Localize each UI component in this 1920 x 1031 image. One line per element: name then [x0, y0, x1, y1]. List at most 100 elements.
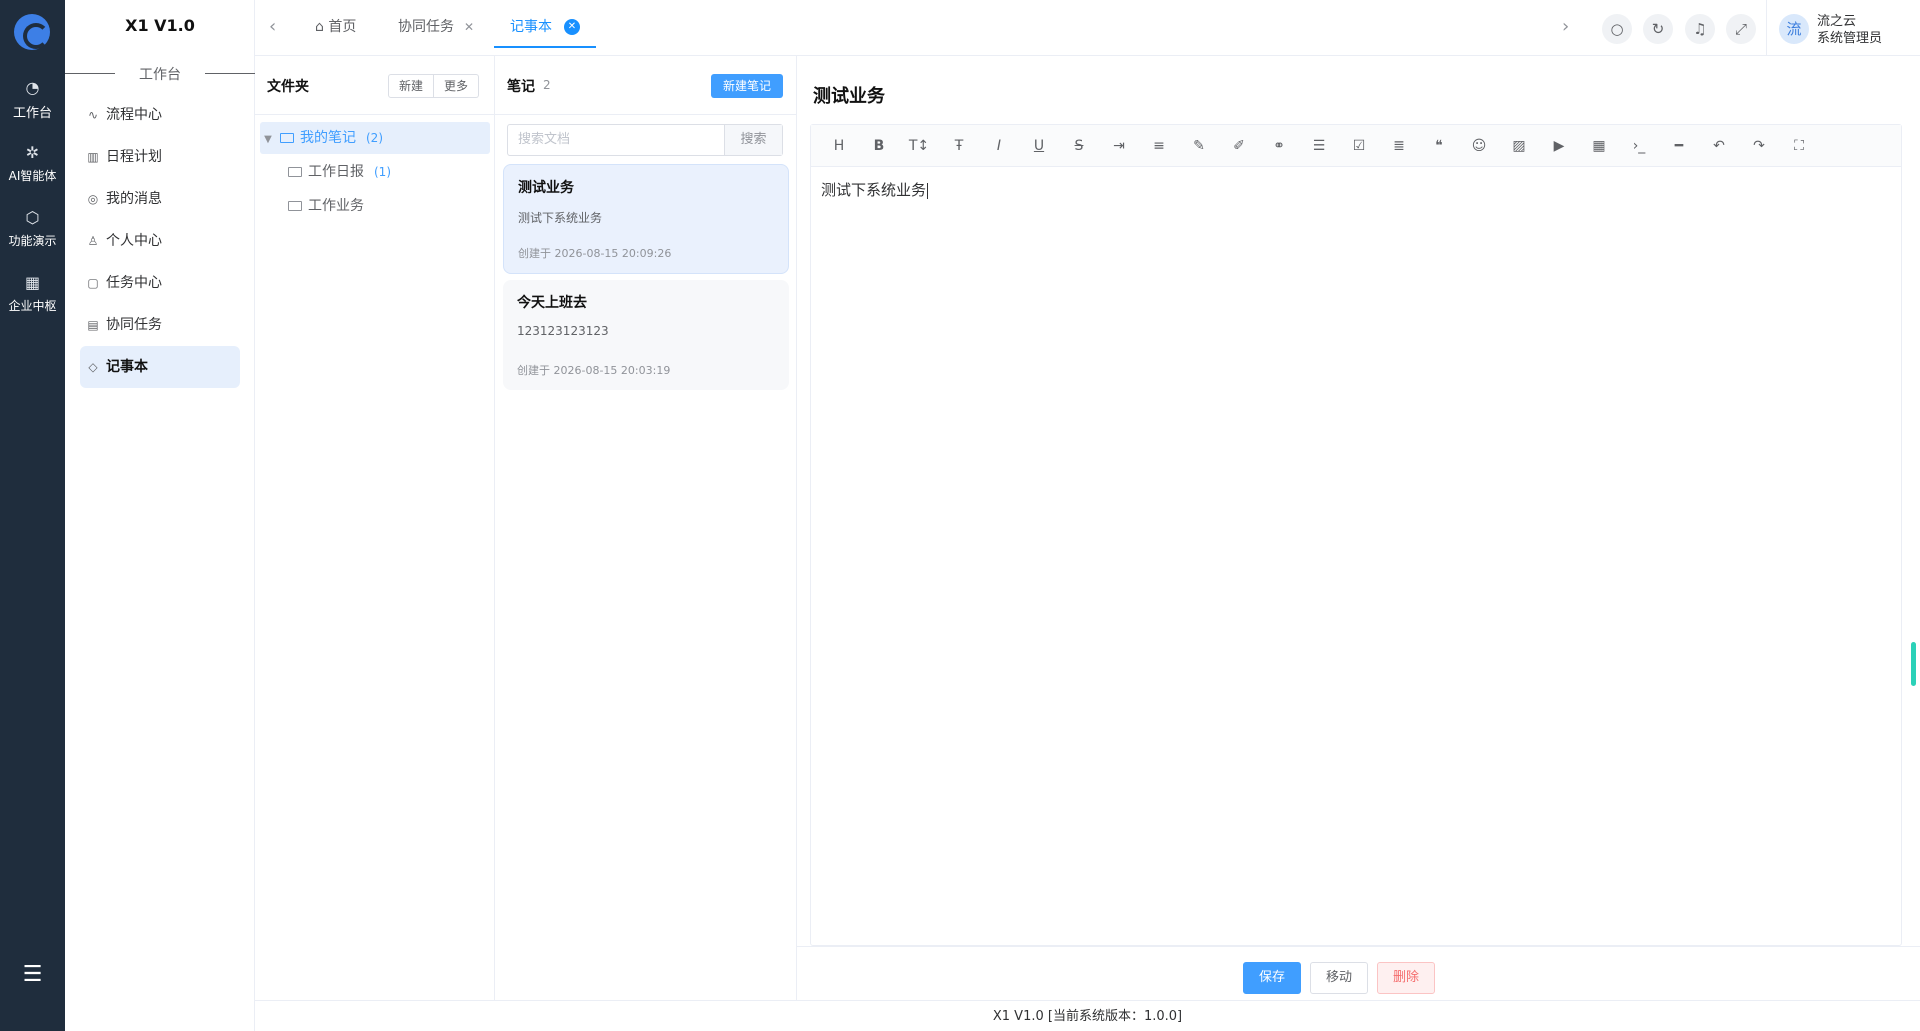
- heading-icon[interactable]: H: [819, 138, 859, 154]
- checkbox-icon[interactable]: ☑: [1339, 138, 1379, 154]
- folder-icon: [280, 133, 294, 143]
- italic-icon[interactable]: I: [979, 138, 1019, 154]
- bold-icon[interactable]: B: [859, 138, 899, 154]
- editor-title[interactable]: 测试业务: [813, 82, 885, 108]
- scroll-indicator[interactable]: [1911, 642, 1916, 686]
- sidebar-item-notepad[interactable]: ◇ 记事本: [80, 346, 240, 388]
- code-icon[interactable]: ›_: [1619, 138, 1659, 154]
- note-summary: 测试下系统业务: [518, 211, 603, 225]
- tabs-prev-icon[interactable]: ‹: [269, 16, 276, 37]
- folder-actions: 新建 更多: [388, 74, 480, 98]
- apps-icon: ▦: [24, 273, 41, 292]
- sidebar-item-profile[interactable]: ♙ 个人中心: [80, 220, 240, 262]
- new-folder-button[interactable]: 新建: [388, 74, 435, 98]
- refresh-icon[interactable]: ↻: [1643, 14, 1673, 44]
- highlight-icon[interactable]: ✎: [1179, 138, 1219, 154]
- user-menu[interactable]: 流 流之云 系统管理员: [1766, 0, 1920, 56]
- emoji-icon[interactable]: ☺: [1459, 138, 1499, 154]
- bell-icon[interactable]: ♫: [1685, 14, 1715, 44]
- folder-icon: [288, 167, 302, 177]
- brand-title: X1 V1.0: [125, 16, 195, 35]
- close-icon[interactable]: ✕: [464, 20, 474, 34]
- note-date: 创建于 2026-08-15 20:03:19: [517, 364, 671, 377]
- font-size-icon[interactable]: T↕: [899, 138, 939, 154]
- search-button[interactable]: 搜索: [724, 125, 782, 155]
- user-role: 系统管理员: [1817, 31, 1883, 46]
- note-card[interactable]: 测试业务 测试下系统业务 创建于 2026-08-15 20:09:26: [503, 164, 789, 274]
- pulse-icon: ∿: [87, 108, 99, 122]
- rail-item-enterprise[interactable]: ▦ 企业中枢: [0, 273, 65, 314]
- sidebar-group-title: 工作台: [65, 64, 255, 84]
- note-title: 今天上班去: [517, 295, 587, 311]
- close-circle-icon[interactable]: ✕: [564, 19, 580, 35]
- notes-count: 2: [543, 78, 551, 92]
- tree-node-my-notes[interactable]: ▼ 我的笔记 (2): [260, 122, 490, 154]
- sidebar-item-process-center[interactable]: ∿ 流程中心: [80, 94, 240, 136]
- undo-icon[interactable]: ↶: [1699, 138, 1739, 154]
- tree-node-work-business[interactable]: 工作业务: [260, 190, 490, 222]
- folder-panel-title: 文件夹: [267, 79, 309, 95]
- rail-item-workbench[interactable]: ◔ 工作台: [0, 78, 65, 121]
- image-icon[interactable]: ▨: [1499, 138, 1539, 154]
- note-card[interactable]: 今天上班去 123123123123 创建于 2026-08-15 20:03:…: [503, 280, 789, 390]
- divider: [495, 114, 797, 115]
- strikethrough-icon[interactable]: S: [1059, 138, 1099, 154]
- redo-icon[interactable]: ↷: [1739, 138, 1779, 154]
- link-icon[interactable]: ⚭: [1259, 138, 1299, 154]
- sidebar-item-messages[interactable]: ◎ 我的消息: [80, 178, 240, 220]
- sidebar: X1 V1.0 工作台 ∿ 流程中心 ▥ 日程计划 ◎ 我的消息 ♙ 个人中心 ▢ 任务中…: [65, 0, 255, 1031]
- font-icon[interactable]: Ŧ: [939, 138, 979, 154]
- folder-panel: 文件夹 新建 更多 ▼ 我的笔记 (2) 工作日报 (1) 工作业务: [255, 56, 495, 1000]
- move-button[interactable]: 移动: [1310, 962, 1369, 994]
- fullscreen-icon[interactable]: ⤢: [1726, 14, 1756, 44]
- search-input[interactable]: 搜索文档: [508, 125, 724, 155]
- list-icon[interactable]: ☰: [1299, 138, 1339, 154]
- tag-icon: ◇: [88, 360, 98, 374]
- more-button[interactable]: 更多: [434, 74, 480, 98]
- avatar: 流: [1779, 14, 1809, 44]
- tabs-next-icon[interactable]: ›: [1562, 16, 1569, 37]
- ai-icon: ✲: [25, 143, 40, 162]
- folder-icon: [288, 201, 302, 211]
- notes-panel: 笔记 2 新建笔记 搜索文档 搜索 测试业务 测试下系统业务 创建于 2026-…: [495, 56, 797, 1000]
- paragraph-icon[interactable]: ≣: [1379, 138, 1419, 154]
- cube-icon: ⬡: [25, 208, 40, 227]
- search-icon[interactable]: ○: [1602, 14, 1632, 44]
- hr-icon[interactable]: ━: [1659, 138, 1699, 154]
- left-rail: ◔ 工作台 ✲ AI智能体 ⬡ 功能演示 ▦ 企业中枢 ☰: [0, 0, 65, 1031]
- indent-icon[interactable]: ⇥: [1099, 138, 1139, 154]
- video-icon[interactable]: ▶: [1539, 138, 1579, 154]
- caret-down-icon[interactable]: ▼: [260, 124, 276, 156]
- tab-home[interactable]: ⌂ 首页: [315, 0, 356, 48]
- editor-box: H B T↕ Ŧ I U S ⇥ ≡ ✎ ✐ ⚭ ☰ ☑ ≣ ❝ ☺ ▨ ▶ ▦…: [810, 124, 1902, 946]
- home-icon: ⌂: [315, 19, 324, 35]
- user-icon: ♙: [87, 234, 99, 248]
- top-bar: ‹ ⌂ 首页 协同任务 ✕ 记事本 ✕ › ○ ↻ ♫ ⤢ 流 流之云 系统管理员: [255, 0, 1920, 56]
- align-icon[interactable]: ≡: [1139, 138, 1179, 154]
- brush-icon[interactable]: ✐: [1219, 138, 1259, 154]
- rail-item-ai[interactable]: ✲ AI智能体: [0, 143, 65, 184]
- sidebar-item-task-center[interactable]: ▢ 任务中心: [80, 262, 240, 304]
- note-summary: 123123123123: [517, 324, 609, 338]
- message-icon: ◎: [87, 192, 99, 206]
- underline-icon[interactable]: U: [1019, 138, 1059, 154]
- delete-button[interactable]: 删除: [1377, 962, 1436, 994]
- note-title: 测试业务: [518, 180, 574, 196]
- sidebar-item-collab-tasks[interactable]: ▤ 协同任务: [80, 304, 240, 346]
- fullscreen-icon[interactable]: ⛶: [1779, 138, 1819, 154]
- editor-actions: 保存 移动 删除: [797, 946, 1920, 1000]
- tab-notepad[interactable]: 记事本 ✕: [494, 0, 596, 48]
- editor-content[interactable]: 测试下系统业务: [821, 179, 928, 200]
- save-button[interactable]: 保存: [1243, 962, 1302, 994]
- calendar-icon: ▥: [87, 150, 99, 164]
- menu-collapse-icon[interactable]: ☰: [0, 962, 65, 987]
- editor-toolbar: H B T↕ Ŧ I U S ⇥ ≡ ✎ ✐ ⚭ ☰ ☑ ≣ ❝ ☺ ▨ ▶ ▦…: [811, 125, 1901, 167]
- table-icon[interactable]: ▦: [1579, 138, 1619, 154]
- quote-icon[interactable]: ❝: [1419, 138, 1459, 154]
- tree-node-daily-report[interactable]: 工作日报 (1): [260, 156, 490, 188]
- tab-collab-tasks[interactable]: 协同任务 ✕: [398, 0, 474, 48]
- notes-panel-title: 笔记: [507, 79, 535, 95]
- new-note-button[interactable]: 新建笔记: [711, 74, 783, 98]
- sidebar-item-schedule[interactable]: ▥ 日程计划: [80, 136, 240, 178]
- rail-item-demo[interactable]: ⬡ 功能演示: [0, 208, 65, 249]
